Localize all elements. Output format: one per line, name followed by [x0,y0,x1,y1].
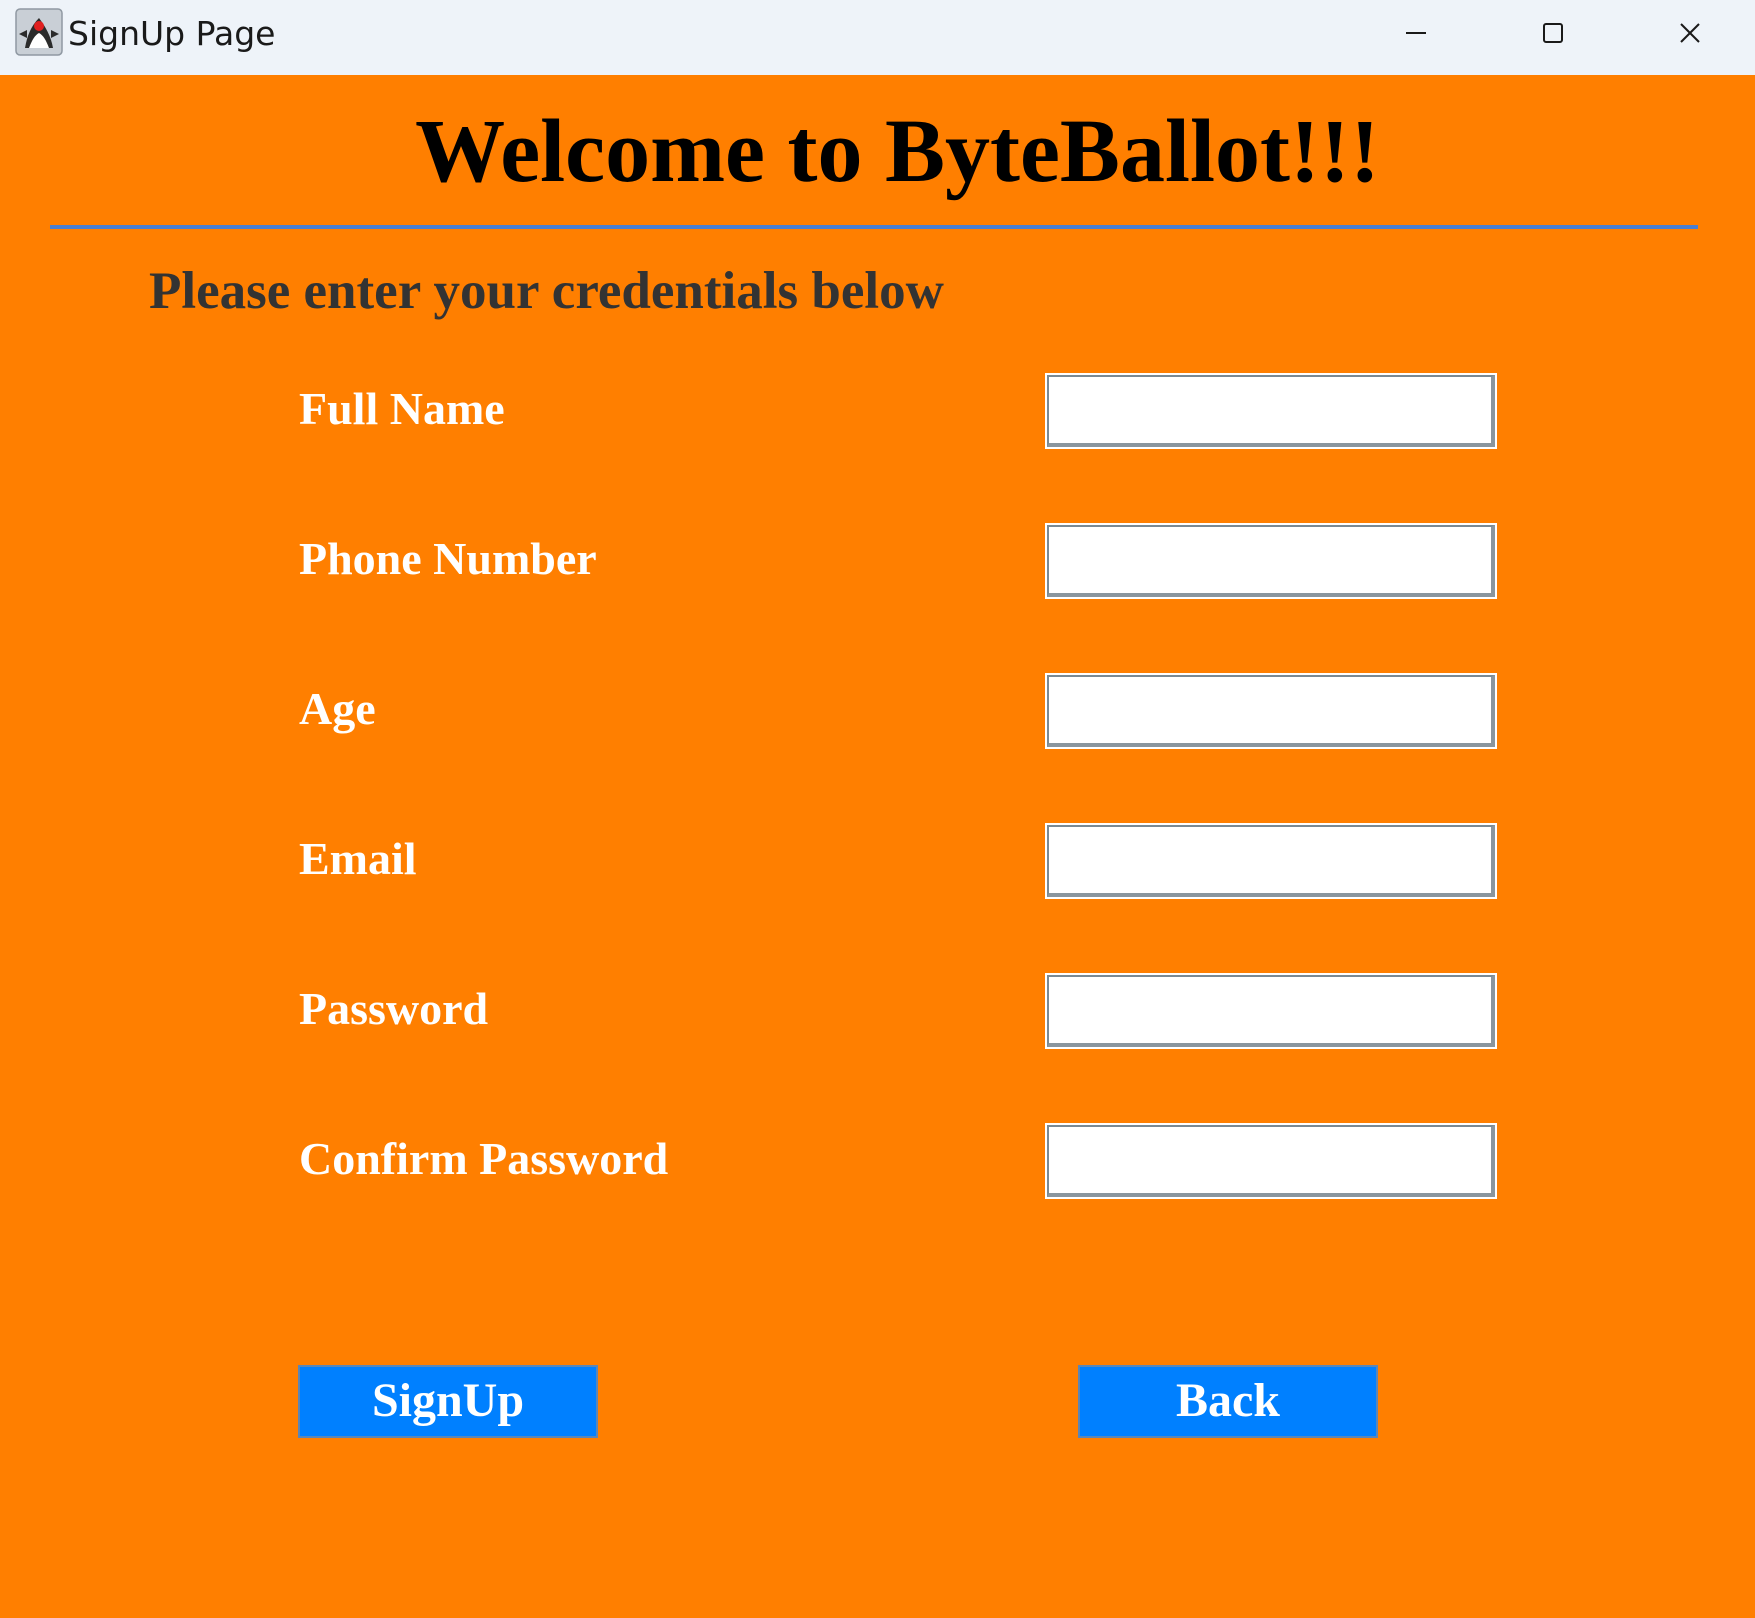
email-input[interactable] [1045,823,1497,899]
confirm-password-input[interactable] [1045,1123,1497,1199]
signup-button[interactable]: SignUp [298,1365,598,1438]
minimize-button[interactable] [1348,0,1484,65]
password-input[interactable] [1045,973,1497,1049]
full-name-input[interactable] [1045,373,1497,449]
page-subtitle: Please enter your credentials below [149,262,944,320]
minimize-icon [1406,31,1426,34]
email-label: Email [299,833,417,884]
title-divider [50,225,1698,229]
window-title: SignUp Page [68,14,276,53]
signup-window: SignUp Page Welcome to ByteBallot!!! Ple… [0,0,1755,1618]
java-duke-icon [15,8,63,56]
full-name-label: Full Name [299,383,505,434]
password-label: Password [299,983,489,1034]
maximize-icon [1543,22,1563,43]
close-button[interactable] [1622,0,1755,65]
phone-number-input[interactable] [1045,523,1497,599]
confirm-password-label: Confirm Password [299,1133,669,1184]
age-input[interactable] [1045,673,1497,749]
signup-panel: Welcome to ByteBallot!!! Please enter yo… [0,75,1755,1618]
page-title: Welcome to ByteBallot!!! [415,102,1380,201]
title-bar[interactable]: SignUp Page [0,0,1755,75]
maximize-button[interactable] [1485,0,1621,65]
back-button[interactable]: Back [1078,1365,1378,1438]
close-icon [1680,22,1700,43]
phone-number-label: Phone Number [299,533,597,584]
age-label: Age [299,683,376,734]
